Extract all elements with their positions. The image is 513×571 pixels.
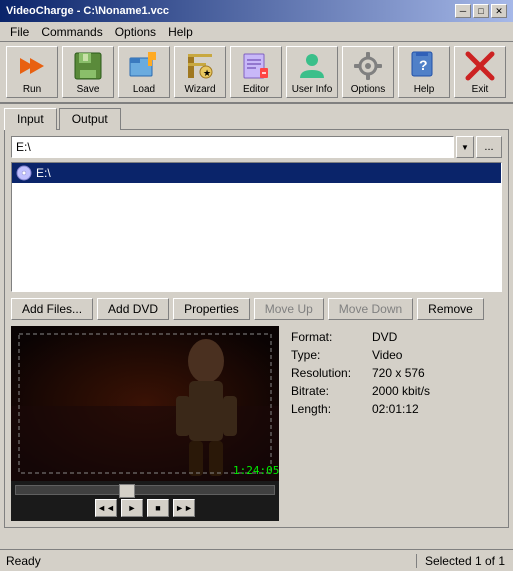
resolution-label: Resolution: [291,366,366,380]
type-value: Video [372,348,402,362]
help-button[interactable]: ? Help [398,46,450,98]
load-button[interactable]: Load [118,46,170,98]
list-item[interactable]: E:\ [12,163,501,183]
bitrate-label: Bitrate: [291,384,366,398]
rewind-button[interactable]: ◄◄ [95,499,117,517]
menu-help[interactable]: Help [162,23,199,41]
playback-bar: ◄◄ ► ■ ►► [11,481,279,521]
userinfo-button[interactable]: User Info [286,46,338,98]
svg-text:1:24:05: 1:24:05 [233,464,279,477]
exit-button[interactable]: Exit [454,46,506,98]
editor-label: Editor [243,84,269,95]
status-selection: Selected 1 of 1 [417,554,513,568]
input-panel: ▼ ... E:\ Add Files... Add DVD Propertie… [4,129,509,528]
type-label: Type: [291,348,366,362]
wizard-button[interactable]: ★ Wizard [174,46,226,98]
options-icon [352,50,384,82]
format-row: Format: DVD [291,330,498,344]
exit-icon [464,50,496,82]
add-files-button[interactable]: Add Files... [11,298,93,320]
help-icon: ? [408,50,440,82]
action-buttons: Add Files... Add DVD Properties Move Up … [11,298,502,320]
options-button[interactable]: Options [342,46,394,98]
status-ready: Ready [0,554,417,568]
editor-button[interactable]: Editor [230,46,282,98]
video-scene: 1:24:05 [11,326,279,481]
run-label: Run [23,84,41,95]
format-label: Format: [291,330,366,344]
editor-icon [240,50,272,82]
menu-commands[interactable]: Commands [35,23,108,41]
move-up-button[interactable]: Move Up [254,298,324,320]
save-icon [72,50,104,82]
close-button[interactable]: ✕ [491,4,507,18]
move-down-button[interactable]: Move Down [328,298,413,320]
length-row: Length: 02:01:12 [291,402,498,416]
window-title: VideoCharge - C:\Noname1.vcc [6,5,169,17]
bitrate-row: Bitrate: 2000 kbit/s [291,384,498,398]
length-label: Length: [291,402,366,416]
resolution-row: Resolution: 720 x 576 [291,366,498,380]
stop-button[interactable]: ■ [147,499,169,517]
path-dropdown-button[interactable]: ▼ [456,136,474,158]
main-content: Input Output ▼ ... E:\ Add File [0,104,513,532]
title-bar: VideoCharge - C:\Noname1.vcc ─ □ ✕ [0,0,513,22]
format-value: DVD [372,330,397,344]
seek-thumb[interactable] [119,484,135,498]
load-label: Load [133,84,155,95]
menu-bar: File Commands Options Help [0,22,513,42]
seek-bar[interactable] [15,485,275,495]
menu-options[interactable]: Options [109,23,162,41]
status-bar: Ready Selected 1 of 1 [0,549,513,571]
bitrate-value: 2000 kbit/s [372,384,430,398]
help-label: Help [414,84,435,95]
file-list[interactable]: E:\ [11,162,502,292]
forward-button[interactable]: ►► [173,499,195,517]
dvd-icon [16,165,32,181]
save-button[interactable]: Save [62,46,114,98]
options-label: Options [351,84,385,95]
file-name: E:\ [36,166,51,180]
video-display: 1:24:05 [11,326,279,481]
type-row: Type: Video [291,348,498,362]
media-section: 1:24:05 ◄◄ ► ■ ►► [11,326,502,521]
menu-file[interactable]: File [4,23,35,41]
wizard-icon: ★ [184,50,216,82]
svg-text:★: ★ [203,68,211,78]
play-button[interactable]: ► [121,499,143,517]
tab-input[interactable]: Input [4,108,57,130]
userinfo-label: User Info [292,84,333,95]
exit-label: Exit [472,84,489,95]
remove-button[interactable]: Remove [417,298,484,320]
info-panel: Format: DVD Type: Video Resolution: 720 … [287,326,502,521]
length-value: 02:01:12 [372,402,419,416]
resolution-value: 720 x 576 [372,366,425,380]
add-dvd-button[interactable]: Add DVD [97,298,169,320]
svg-text:?: ? [419,57,428,73]
tab-output[interactable]: Output [59,108,121,130]
maximize-button[interactable]: □ [473,4,489,18]
minimize-button[interactable]: ─ [455,4,471,18]
load-icon [128,50,160,82]
tab-container: Input Output [4,108,509,130]
video-container: 1:24:05 ◄◄ ► ■ ►► [11,326,279,521]
properties-button[interactable]: Properties [173,298,250,320]
userinfo-icon [296,50,328,82]
wizard-label: Wizard [184,84,215,95]
run-button[interactable]: Run [6,46,58,98]
window-controls: ─ □ ✕ [455,4,507,18]
save-label: Save [77,84,100,95]
run-icon [16,50,48,82]
toolbar: Run Save Load [0,42,513,104]
path-row: ▼ ... [11,136,502,158]
playback-controls: ◄◄ ► ■ ►► [15,499,275,517]
path-input[interactable] [11,136,454,158]
browse-button[interactable]: ... [476,136,502,158]
